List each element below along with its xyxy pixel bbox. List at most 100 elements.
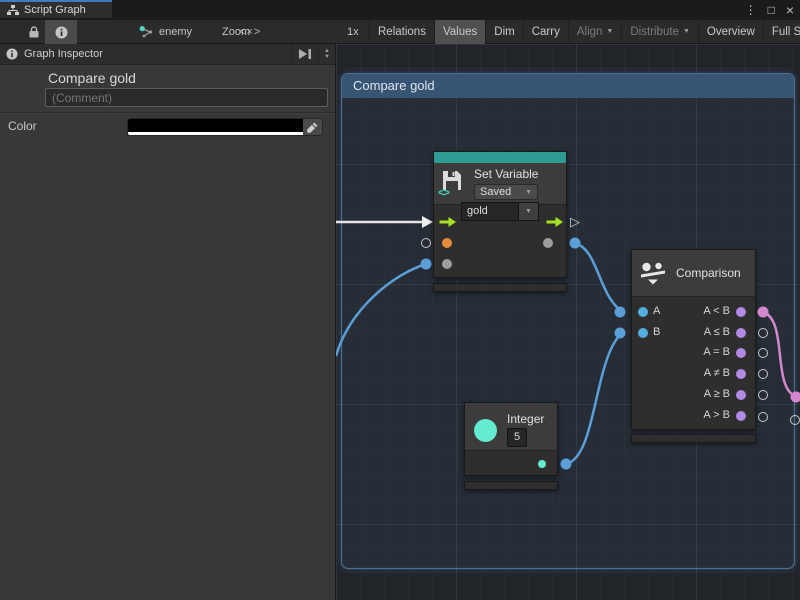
fallback-input-port[interactable]: [442, 259, 452, 269]
variable-kind-bar: [434, 152, 566, 163]
lt-indicator-connected[interactable]: [758, 307, 769, 318]
flow-input-port[interactable]: [440, 217, 457, 228]
output-label-lt: A < B: [703, 305, 730, 317]
integer-header[interactable]: Integer 5: [465, 403, 557, 451]
save-variable-icon: <>: [440, 169, 466, 195]
lock-icon[interactable]: [28, 20, 40, 44]
chevron-down-icon: ▼: [683, 20, 690, 44]
offscreen-input-indicator-connected[interactable]: [791, 392, 800, 403]
integer-output-port[interactable]: [538, 460, 546, 468]
toolbar-button-overview[interactable]: Overview: [698, 20, 763, 44]
input-port-b[interactable]: [638, 328, 648, 338]
eyedropper-icon: [307, 122, 318, 133]
eyedropper-button[interactable]: [303, 119, 322, 135]
toolbar-button-carry[interactable]: Carry: [523, 20, 568, 44]
port-indicator-empty[interactable]: [421, 238, 431, 248]
node-title: Integer: [507, 412, 544, 426]
inspected-graph-title: Compare gold: [48, 70, 136, 86]
comment-input[interactable]: [45, 88, 328, 107]
group-title: Compare gold: [353, 78, 435, 93]
panel-spinner[interactable]: ▲ ▼: [318, 44, 335, 64]
integer-icon: [474, 419, 497, 442]
port-indicator-empty[interactable]: [758, 369, 768, 379]
output-label-eq: A = B: [703, 346, 730, 358]
zoom-value: 1x: [347, 20, 359, 44]
toolbar-button-relations[interactable]: Relations: [369, 20, 434, 44]
info-icon: [55, 26, 68, 39]
graph-reference[interactable]: enemy: [139, 20, 192, 44]
flow-output-port[interactable]: [547, 217, 564, 228]
port-indicator-empty[interactable]: [758, 348, 768, 358]
set-variable-footer: [433, 283, 567, 292]
window-menu-button[interactable]: ⋮: [745, 0, 757, 20]
a-indicator-connected[interactable]: [615, 307, 626, 318]
port-indicator-empty[interactable]: [790, 415, 800, 425]
port-indicator-empty[interactable]: [758, 412, 768, 422]
output-label-gte: A ≥ B: [704, 388, 730, 400]
toolbar-button-dim[interactable]: Dim: [485, 20, 522, 44]
color-field-label: Color: [8, 119, 37, 133]
toolbar-button-align[interactable]: Align▼: [568, 20, 622, 44]
group-header[interactable]: Compare gold: [342, 74, 794, 98]
inspector-title: Graph Inspector: [24, 48, 291, 60]
comparison-icon: [640, 260, 667, 287]
comparison-header[interactable]: Comparison: [632, 250, 755, 297]
value-out-indicator-connected[interactable]: [570, 238, 581, 249]
tab-script-graph[interactable]: Script Graph: [0, 0, 112, 18]
comparison-footer: [631, 434, 756, 443]
graph-toolbar: <×> enemy Zoom 1x Relations Values Dim C…: [0, 20, 800, 44]
node-comparison[interactable]: Comparison A B A < B A ≤ B A = B A ≠ B A…: [631, 249, 756, 430]
color-field[interactable]: [127, 118, 323, 136]
alpha-bar: [128, 132, 303, 135]
info-icon: [6, 48, 18, 60]
window-titlebar: Script Graph ⋮ □ ×: [0, 0, 800, 20]
variable-scope-dropdown[interactable]: Saved ▼: [474, 184, 538, 200]
b-indicator-connected[interactable]: [615, 328, 626, 339]
output-label-lte: A ≤ B: [704, 326, 730, 338]
divider: [0, 112, 335, 114]
chevron-down-icon: ▼: [606, 20, 613, 44]
window-close-button[interactable]: ×: [786, 0, 794, 20]
dock-panel-icon[interactable]: [291, 44, 318, 64]
output-label-neq: A ≠ B: [704, 367, 730, 379]
output-label-gt: A > B: [703, 409, 730, 421]
graph-ref-label: enemy: [159, 26, 192, 38]
value-input-port[interactable]: [442, 238, 452, 248]
inspector-header: Graph Inspector ▲ ▼: [0, 44, 335, 65]
output-port-gt[interactable]: [736, 411, 746, 421]
port-indicator-empty[interactable]: [758, 390, 768, 400]
toolbar-button-fullscreen[interactable]: Full Screen: [763, 20, 800, 44]
integer-value-input[interactable]: 5: [507, 428, 527, 447]
value-output-port[interactable]: [543, 238, 553, 248]
output-port-lt[interactable]: [736, 307, 746, 317]
flow-out-indicator-empty[interactable]: ▷: [570, 215, 580, 228]
tab-title: Script Graph: [24, 4, 86, 16]
integer-out-indicator-connected[interactable]: [561, 459, 572, 470]
output-port-neq[interactable]: [736, 369, 746, 379]
node-title: Set Variable: [474, 167, 538, 181]
toolbar-button-values[interactable]: Values: [434, 20, 485, 44]
graph-canvas[interactable]: Compare gold <> Set Variable Saved ▼: [336, 44, 800, 600]
graph-tab-icon: [7, 5, 19, 16]
output-port-gte[interactable]: [736, 390, 746, 400]
graph-ref-icon: [139, 26, 154, 38]
node-set-variable[interactable]: <> Set Variable Saved ▼ gold ▼: [433, 151, 567, 278]
input-label-a: A: [653, 305, 660, 317]
inspector-toggle-button[interactable]: [45, 20, 77, 44]
variable-name-value: gold: [461, 202, 519, 221]
variable-name-dropdown[interactable]: gold ▼: [461, 202, 539, 221]
input-port-a[interactable]: [638, 307, 648, 317]
integer-footer: [464, 481, 558, 490]
chevron-down-icon: ▼: [525, 208, 532, 215]
port-indicator-connected[interactable]: [421, 259, 432, 270]
zoom-label: Zoom: [222, 20, 250, 44]
set-variable-header[interactable]: <> Set Variable Saved ▼: [434, 163, 566, 205]
window-maximize-button[interactable]: □: [768, 0, 775, 20]
chevron-down-icon: ▼: [525, 189, 532, 196]
output-port-lte[interactable]: [736, 328, 746, 338]
color-swatch[interactable]: [128, 119, 303, 135]
toolbar-button-distribute[interactable]: Distribute▼: [621, 20, 698, 44]
variable-dropdown-button[interactable]: ▼: [519, 202, 539, 221]
output-port-eq[interactable]: [736, 348, 746, 358]
port-indicator-empty[interactable]: [758, 328, 768, 338]
